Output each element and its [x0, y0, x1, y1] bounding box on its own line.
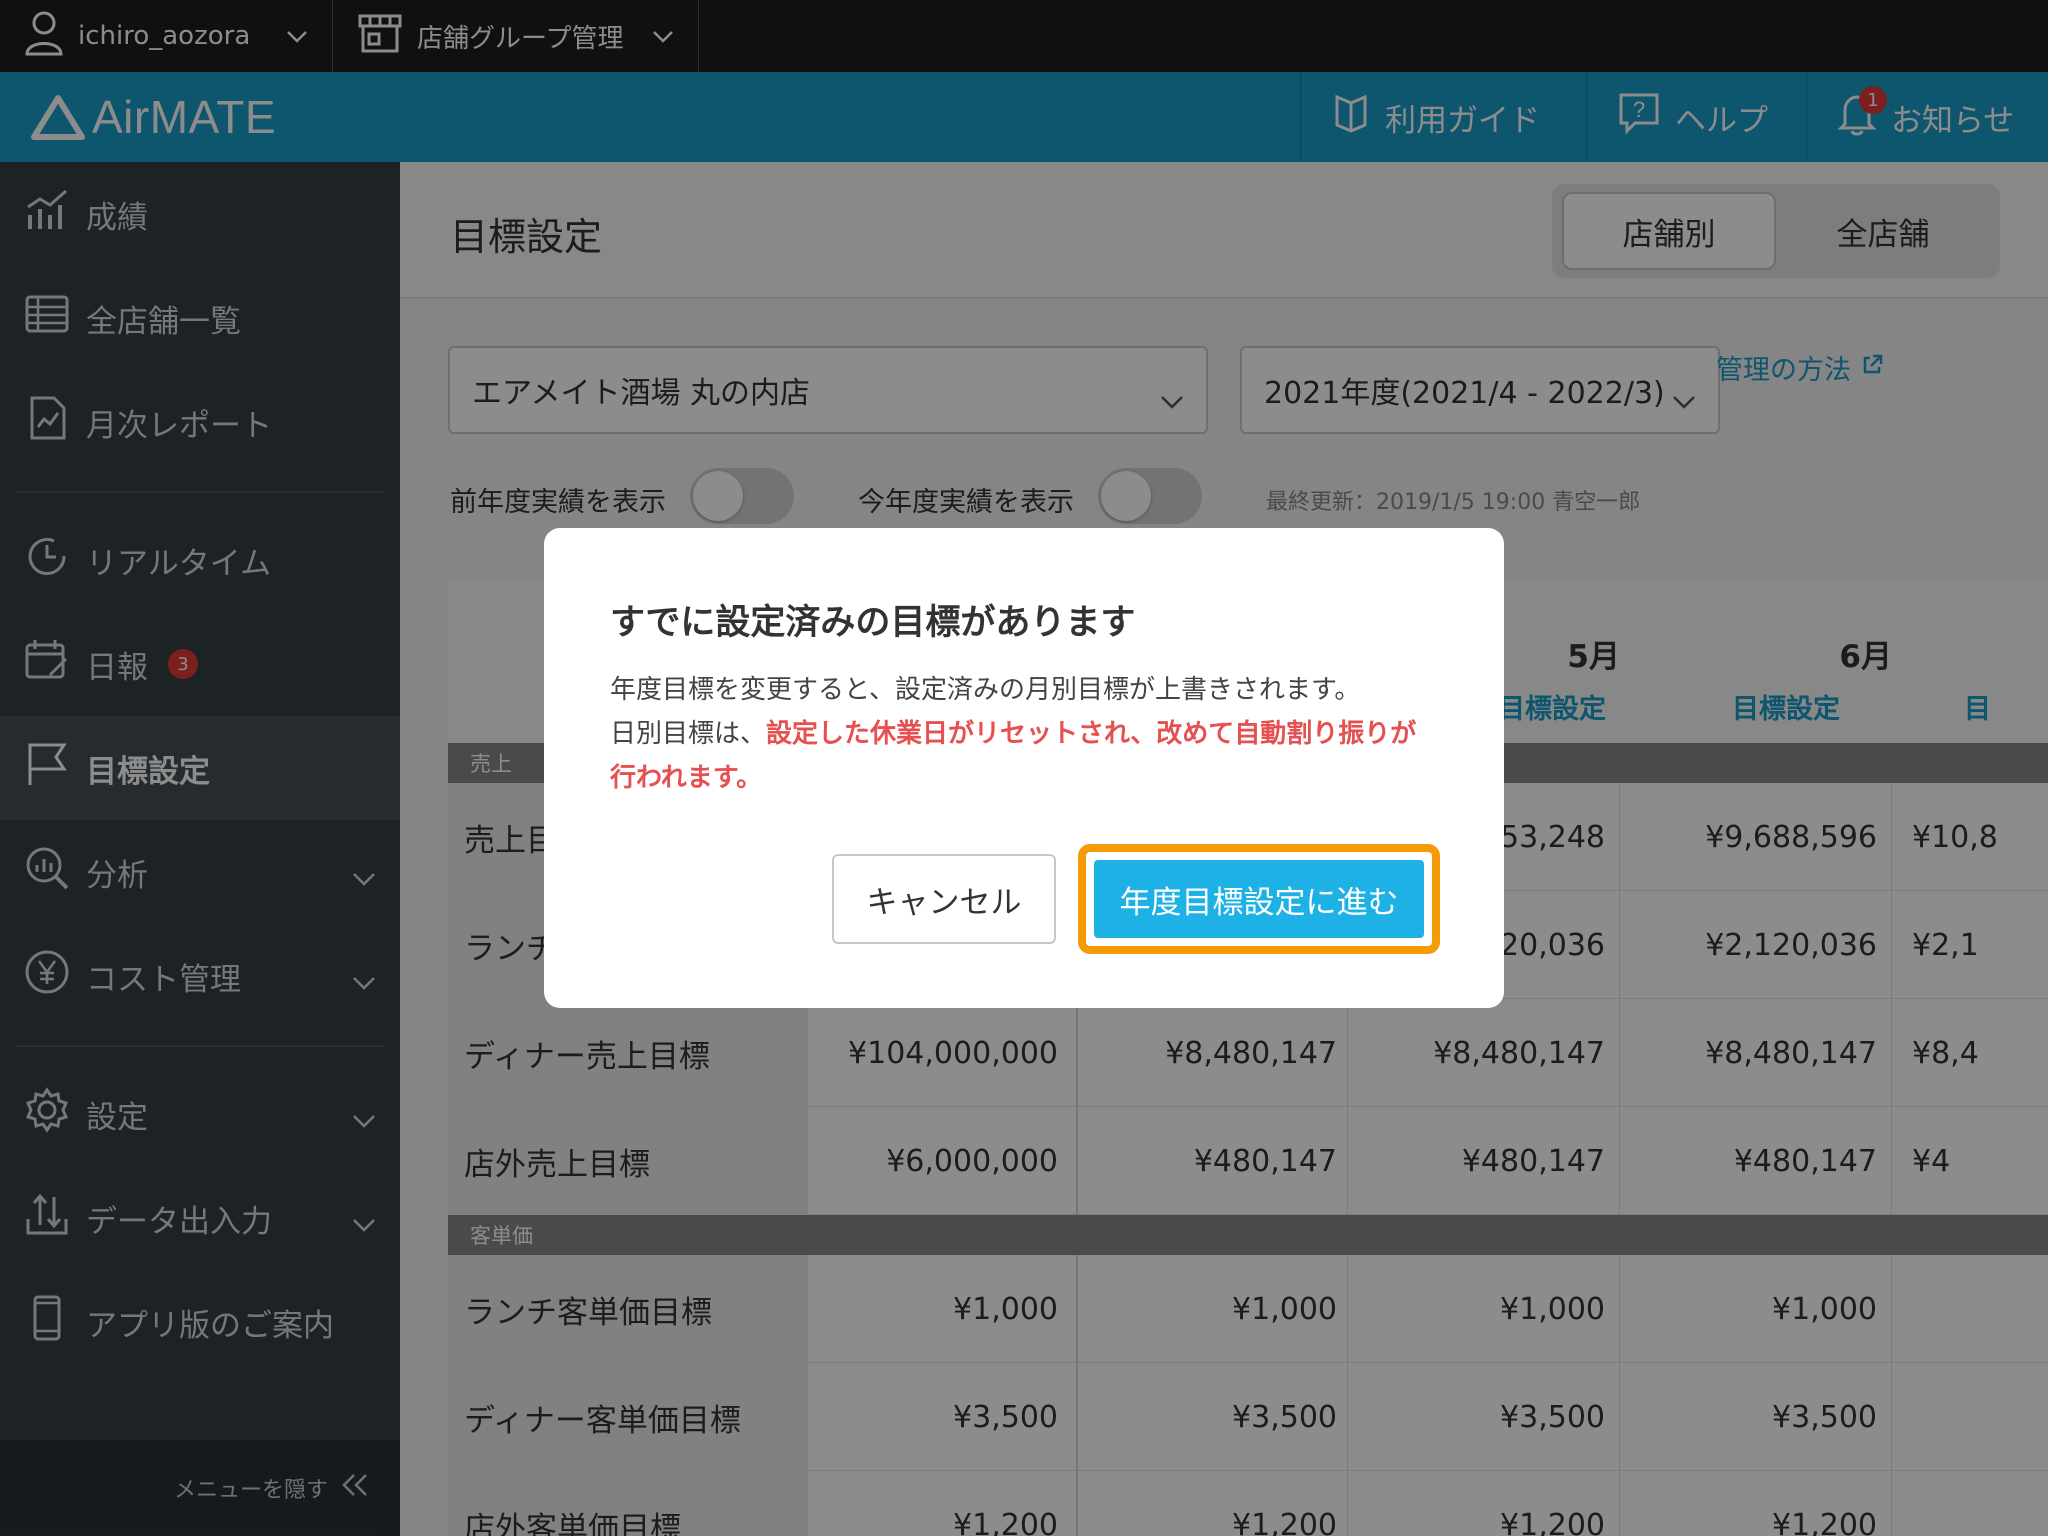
dialog-line-2-prefix: 日別目標は、	[610, 719, 767, 749]
dialog-line-1: 年度目標を変更すると、設定済みの月別目標が上書きされます。	[610, 675, 1361, 705]
cancel-button[interactable]: キャンセル	[832, 854, 1056, 944]
dialog-line-2: 日別目標は、設定した休業日がリセットされ、改めて自動割り振りが行われます。	[610, 712, 1440, 800]
confirm-dialog: すでに設定済みの目標があります 年度目標を変更すると、設定済みの月別目標が上書き…	[544, 528, 1504, 1008]
proceed-year-goal-button[interactable]: 年度目標設定に進む	[1094, 860, 1424, 938]
dialog-title: すでに設定済みの目標があります	[610, 603, 1136, 643]
dialog-message: 年度目標を変更すると、設定済みの月別目標が上書きされます。 日別目標は、設定した…	[610, 668, 1440, 800]
